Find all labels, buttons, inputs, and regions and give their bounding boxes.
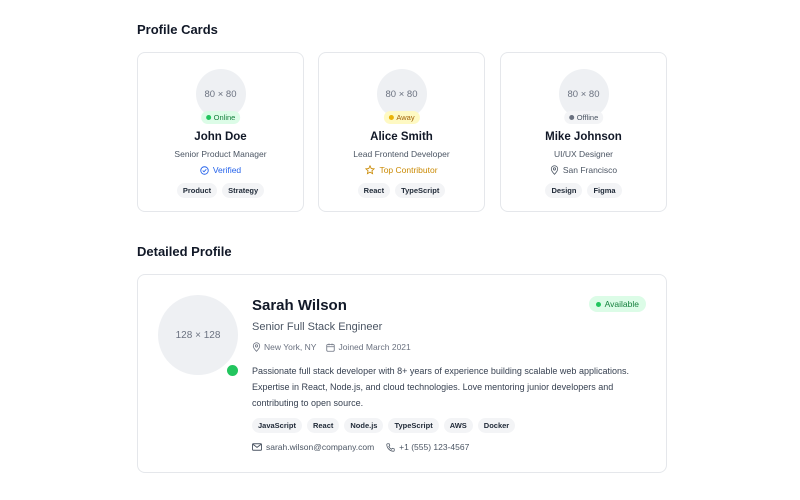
profile-role: Senior Full Stack Engineer: [252, 321, 383, 333]
status-label: Away: [396, 113, 415, 122]
status-label: Online: [213, 113, 236, 122]
avatar-placeholder-large: 128 × 128: [158, 295, 238, 375]
availability-label: Available: [604, 299, 639, 309]
check-circle-icon: [200, 165, 209, 175]
star-icon: [365, 165, 376, 175]
profile-meta: New York, NY Joined March 2021: [252, 342, 411, 352]
profile-cards-heading: Profile Cards: [137, 22, 218, 37]
phone-link[interactable]: +1 (555) 123-4567: [386, 442, 469, 452]
skill-tag[interactable]: AWS: [443, 418, 473, 433]
card-meta-label: Top Contributor: [379, 165, 438, 175]
online-status-dot: [225, 363, 240, 378]
skill-tag-list: JavaScript React Node.js TypeScript AWS …: [252, 418, 516, 433]
tag[interactable]: Strategy: [222, 183, 265, 198]
status-label: Offline: [576, 113, 599, 122]
phone-label: +1 (555) 123-4567: [399, 442, 470, 452]
status-badge-online: Online: [200, 111, 241, 124]
skill-tag[interactable]: TypeScript: [388, 418, 439, 433]
email-label: sarah.wilson@company.com: [266, 442, 375, 452]
tag-list: Product Strategy: [138, 183, 303, 198]
profile-contact: sarah.wilson@company.com +1 (555) 123-45…: [252, 442, 469, 452]
availability-badge: Available: [588, 296, 646, 312]
card-name: John Doe: [194, 131, 247, 143]
skill-tag[interactable]: JavaScript: [252, 418, 302, 433]
profile-card-john-doe[interactable]: 80 × 80 Online John Doe Senior Product M…: [137, 52, 304, 212]
detailed-profile-card: 128 × 128 Sarah Wilson Senior Full Stack…: [137, 274, 667, 473]
card-meta-verified: Verified: [138, 165, 303, 175]
skill-tag[interactable]: React: [306, 418, 340, 433]
tag[interactable]: React: [357, 183, 391, 198]
card-meta-label: Verified: [212, 165, 242, 175]
calendar-icon: [326, 343, 336, 352]
tag-list: Design Figma: [501, 183, 666, 198]
profile-joined: Joined March 2021: [326, 342, 411, 352]
email-link[interactable]: sarah.wilson@company.com: [252, 442, 374, 452]
availability-dot: [595, 301, 601, 307]
phone-icon: [386, 442, 395, 452]
status-dot: [388, 115, 394, 120]
status-badge-offline: Offline: [563, 111, 604, 124]
card-name: Mike Johnson: [545, 131, 622, 143]
profile-name: Sarah Wilson: [252, 297, 347, 314]
map-pin-icon: [252, 342, 261, 352]
card-name: Alice Smith: [370, 131, 433, 143]
profile-bio: Passionate full stack developer with 8+ …: [252, 366, 629, 408]
status-dot: [205, 115, 211, 120]
map-pin-icon: [550, 165, 559, 175]
card-meta-label: San Francisco: [562, 165, 618, 175]
card-role: UI/UX Designer: [553, 149, 614, 159]
card-role: Senior Product Manager: [174, 149, 267, 159]
tag[interactable]: Product: [176, 183, 218, 198]
tag[interactable]: Figma: [587, 183, 622, 198]
mail-icon: [252, 443, 262, 451]
card-meta-top-contributor: Top Contributor: [319, 165, 484, 175]
joined-label: Joined March 2021: [338, 342, 411, 352]
status-badge-away: Away: [383, 111, 420, 124]
tag[interactable]: TypeScript: [395, 183, 446, 198]
skill-tag[interactable]: Docker: [477, 418, 516, 433]
profile-card-mike-johnson[interactable]: 80 × 80 Offline Mike Johnson UI/UX Desig…: [500, 52, 667, 212]
tag[interactable]: Design: [545, 183, 583, 198]
location-label: New York, NY: [264, 342, 317, 352]
profile-card-alice-smith[interactable]: 80 × 80 Away Alice Smith Lead Frontend D…: [318, 52, 485, 212]
card-role: Lead Frontend Developer: [353, 149, 450, 159]
profile-location: New York, NY: [252, 342, 316, 352]
skill-tag[interactable]: Node.js: [344, 418, 384, 433]
tag-list: React TypeScript: [319, 183, 484, 198]
card-meta-location: San Francisco: [501, 165, 666, 175]
status-dot: [568, 115, 574, 120]
detailed-profile-heading: Detailed Profile: [137, 244, 232, 259]
